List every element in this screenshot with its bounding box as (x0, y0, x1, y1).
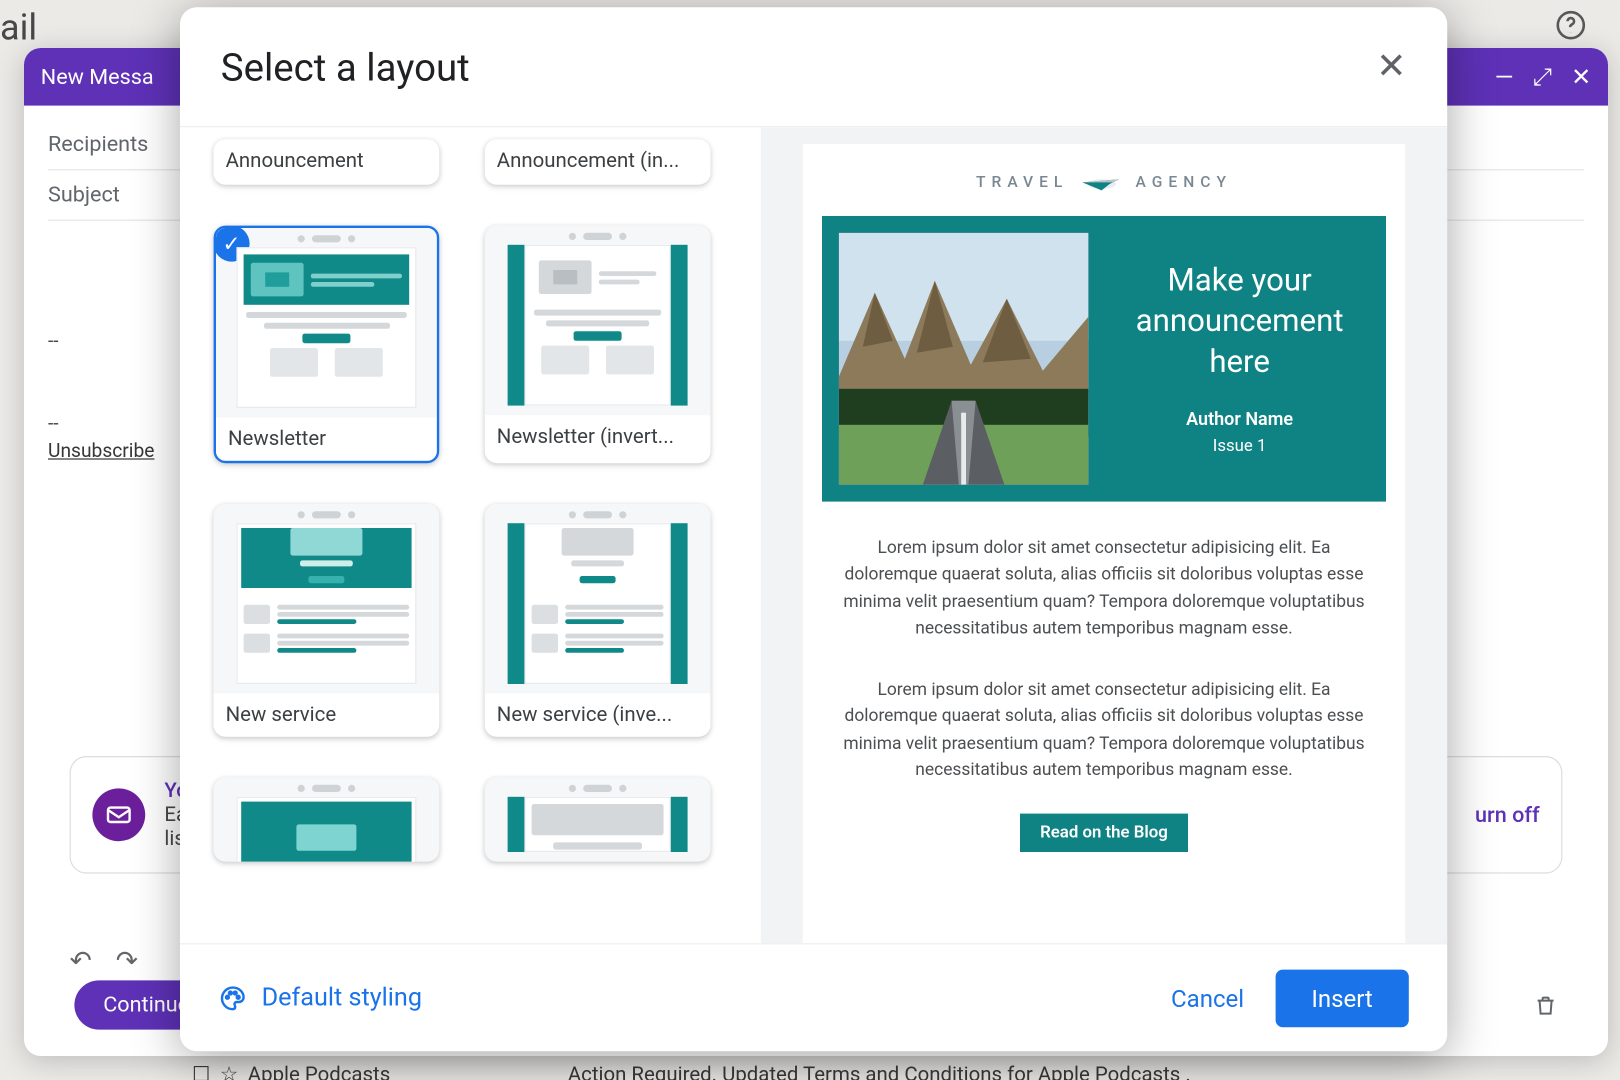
plane-icon (1078, 166, 1126, 200)
palette-icon (218, 983, 247, 1012)
brand-text-right: AGENCY (1136, 173, 1232, 191)
layout-card-new-service-inverted[interactable]: New service (inve... (485, 504, 711, 737)
layout-preview-pane: TRAVEL AGENCY (761, 127, 1447, 943)
default-styling-button[interactable]: Default styling (218, 983, 422, 1012)
default-styling-label: Default styling (262, 983, 422, 1012)
preview-hero: Make your announcement here Author Name … (822, 216, 1386, 502)
insert-button[interactable]: Insert (1275, 969, 1408, 1027)
layout-card-announcement-inverted[interactable]: Announcement (in... (485, 139, 711, 185)
layout-card-partial-1[interactable] (214, 778, 440, 862)
layout-card-partial-2[interactable] (485, 778, 711, 862)
layout-card-newsletter-inverted[interactable]: Newsletter (invert... (485, 226, 711, 464)
close-dialog-icon[interactable]: ✕ (1376, 46, 1406, 88)
dialog-title: Select a layout (221, 44, 470, 90)
preview-paragraph-1: Lorem ipsum dolor sit amet consectetur a… (803, 502, 1405, 643)
preview-cta-button: Read on the Blog (1020, 813, 1188, 851)
preview-author: Author Name (1112, 408, 1366, 430)
preview-issue: Issue 1 (1112, 436, 1366, 455)
layout-thumb (485, 226, 711, 416)
layout-card-newsletter[interactable]: ✓ Newsletter (214, 226, 440, 464)
layout-label: New service (inve... (485, 694, 711, 737)
layout-thumb (214, 778, 440, 862)
layout-thumb (485, 778, 711, 862)
preview-content: TRAVEL AGENCY (803, 144, 1405, 943)
layout-thumb (485, 504, 711, 694)
layout-label: Newsletter (invert... (485, 415, 711, 458)
layout-label: Announcement (in... (485, 139, 711, 182)
brand-text-left: TRAVEL (976, 173, 1068, 191)
layout-options-pane: Announcement Announcement (in... ✓ (180, 127, 761, 943)
layout-thumb (216, 228, 437, 418)
layout-label: Newsletter (216, 418, 437, 461)
layout-thumb (214, 504, 440, 694)
layout-label: New service (214, 694, 440, 737)
preview-photo (839, 233, 1089, 485)
layout-label: Announcement (214, 139, 440, 182)
preview-headline: Make your announcement here (1112, 262, 1366, 384)
preview-paragraph-2: Lorem ipsum dolor sit amet consectetur a… (803, 643, 1405, 784)
cancel-button[interactable]: Cancel (1171, 983, 1244, 1012)
layout-card-announcement[interactable]: Announcement (214, 139, 440, 185)
select-layout-dialog: Select a layout ✕ Announcement Announcem… (180, 7, 1447, 1051)
layout-card-new-service[interactable]: New service (214, 504, 440, 737)
preview-brand: TRAVEL AGENCY (803, 144, 1405, 216)
